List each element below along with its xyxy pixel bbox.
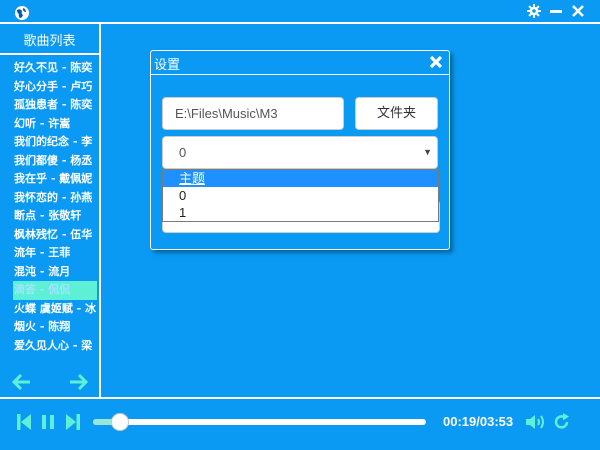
- song-list-item[interactable]: 孤独患者 - 陈奕: [14, 96, 96, 115]
- song-list-item[interactable]: 幻听 - 许嵩: [14, 115, 96, 134]
- theme-select[interactable]: 0 ▼: [162, 136, 438, 169]
- dialog-title: 设置: [154, 58, 181, 73]
- minimize-icon[interactable]: [547, 2, 565, 20]
- chevron-down-icon: ▼: [423, 147, 432, 157]
- music-path-input[interactable]: E:\Files\Music\M3: [162, 97, 344, 130]
- song-list-item[interactable]: 枫林残忆 - 伍华: [14, 226, 96, 245]
- song-list-item[interactable]: 好久不见 - 陈奕: [14, 59, 96, 78]
- prev-page-arrow-icon[interactable]: [12, 374, 32, 390]
- song-list-item[interactable]: 流年 - 王菲: [14, 244, 96, 263]
- music-player-window: 歌曲列表 好久不见 - 陈奕 好心分手 - 卢巧 孤独患者 - 陈奕 幻听 - 许嵩我…: [0, 0, 600, 450]
- top-divider: [0, 22, 600, 24]
- song-list-item[interactable]: 爱久见人心 - 梁: [14, 337, 96, 356]
- volume-icon[interactable]: [525, 413, 547, 431]
- dialog-header: 设置: [151, 51, 449, 75]
- previous-track-icon[interactable]: [16, 412, 32, 432]
- globe-logo-icon: [15, 6, 29, 20]
- dropdown-option-label: 0: [179, 188, 187, 203]
- dropdown-option[interactable]: 1: [163, 204, 438, 221]
- song-list: 好久不见 - 陈奕 好心分手 - 卢巧 孤独患者 - 陈奕 幻听 - 许嵩 我们的纪念 …: [13, 59, 97, 356]
- bottom-divider: [0, 397, 600, 399]
- theme-dropdown: 主题 0 1: [162, 169, 439, 222]
- pause-icon[interactable]: [40, 412, 56, 432]
- song-list-item[interactable]: 好心分手 - 卢巧: [14, 78, 96, 97]
- song-list-title: 歌曲列表: [23, 34, 76, 49]
- dropdown-option[interactable]: 0: [163, 187, 438, 204]
- progress-knob[interactable]: [111, 413, 129, 431]
- theme-select-value: 0: [179, 145, 187, 160]
- dialog-close-icon[interactable]: [428, 54, 444, 70]
- song-list-item[interactable]: 我在乎 - 戴佩妮: [14, 170, 96, 189]
- next-track-icon[interactable]: [65, 412, 81, 432]
- choose-folder-button[interactable]: 文件夹: [355, 97, 438, 130]
- dropdown-option-label: 1: [179, 205, 187, 220]
- sidebar-divider: [99, 22, 101, 398]
- dropdown-option-label: 主题: [179, 171, 206, 186]
- song-list-item[interactable]: 滴答 - 侃侃: [13, 281, 97, 300]
- dropdown-option[interactable]: 主题: [163, 170, 438, 187]
- song-list-item[interactable]: 断点 - 张敬轩: [14, 207, 96, 226]
- settings-dialog: 设置 E:\Files\Music\M3 文件夹 0 ▼ 主题 0 1: [150, 50, 450, 250]
- progress-bar[interactable]: [93, 413, 426, 431]
- sidebar-title-divider: [0, 53, 99, 55]
- close-window-icon[interactable]: [569, 2, 587, 20]
- song-list-item[interactable]: 火蝶 虞姬赋 - 冰: [14, 300, 96, 319]
- settings-gear-icon[interactable]: [525, 2, 543, 20]
- song-list-item[interactable]: 混沌 - 流月: [14, 263, 96, 282]
- song-list-item[interactable]: 我们都傻 - 杨丞: [14, 152, 96, 171]
- song-list-item[interactable]: 我怀恋的 - 孙燕: [14, 189, 96, 208]
- song-list-item[interactable]: 我们的纪念 - 李: [14, 133, 96, 152]
- playback-time: 00:19/03:53: [443, 414, 514, 429]
- repeat-icon[interactable]: [553, 413, 571, 431]
- song-list-item[interactable]: 烟火 - 陈翔: [14, 318, 96, 337]
- next-page-arrow-icon[interactable]: [68, 374, 88, 390]
